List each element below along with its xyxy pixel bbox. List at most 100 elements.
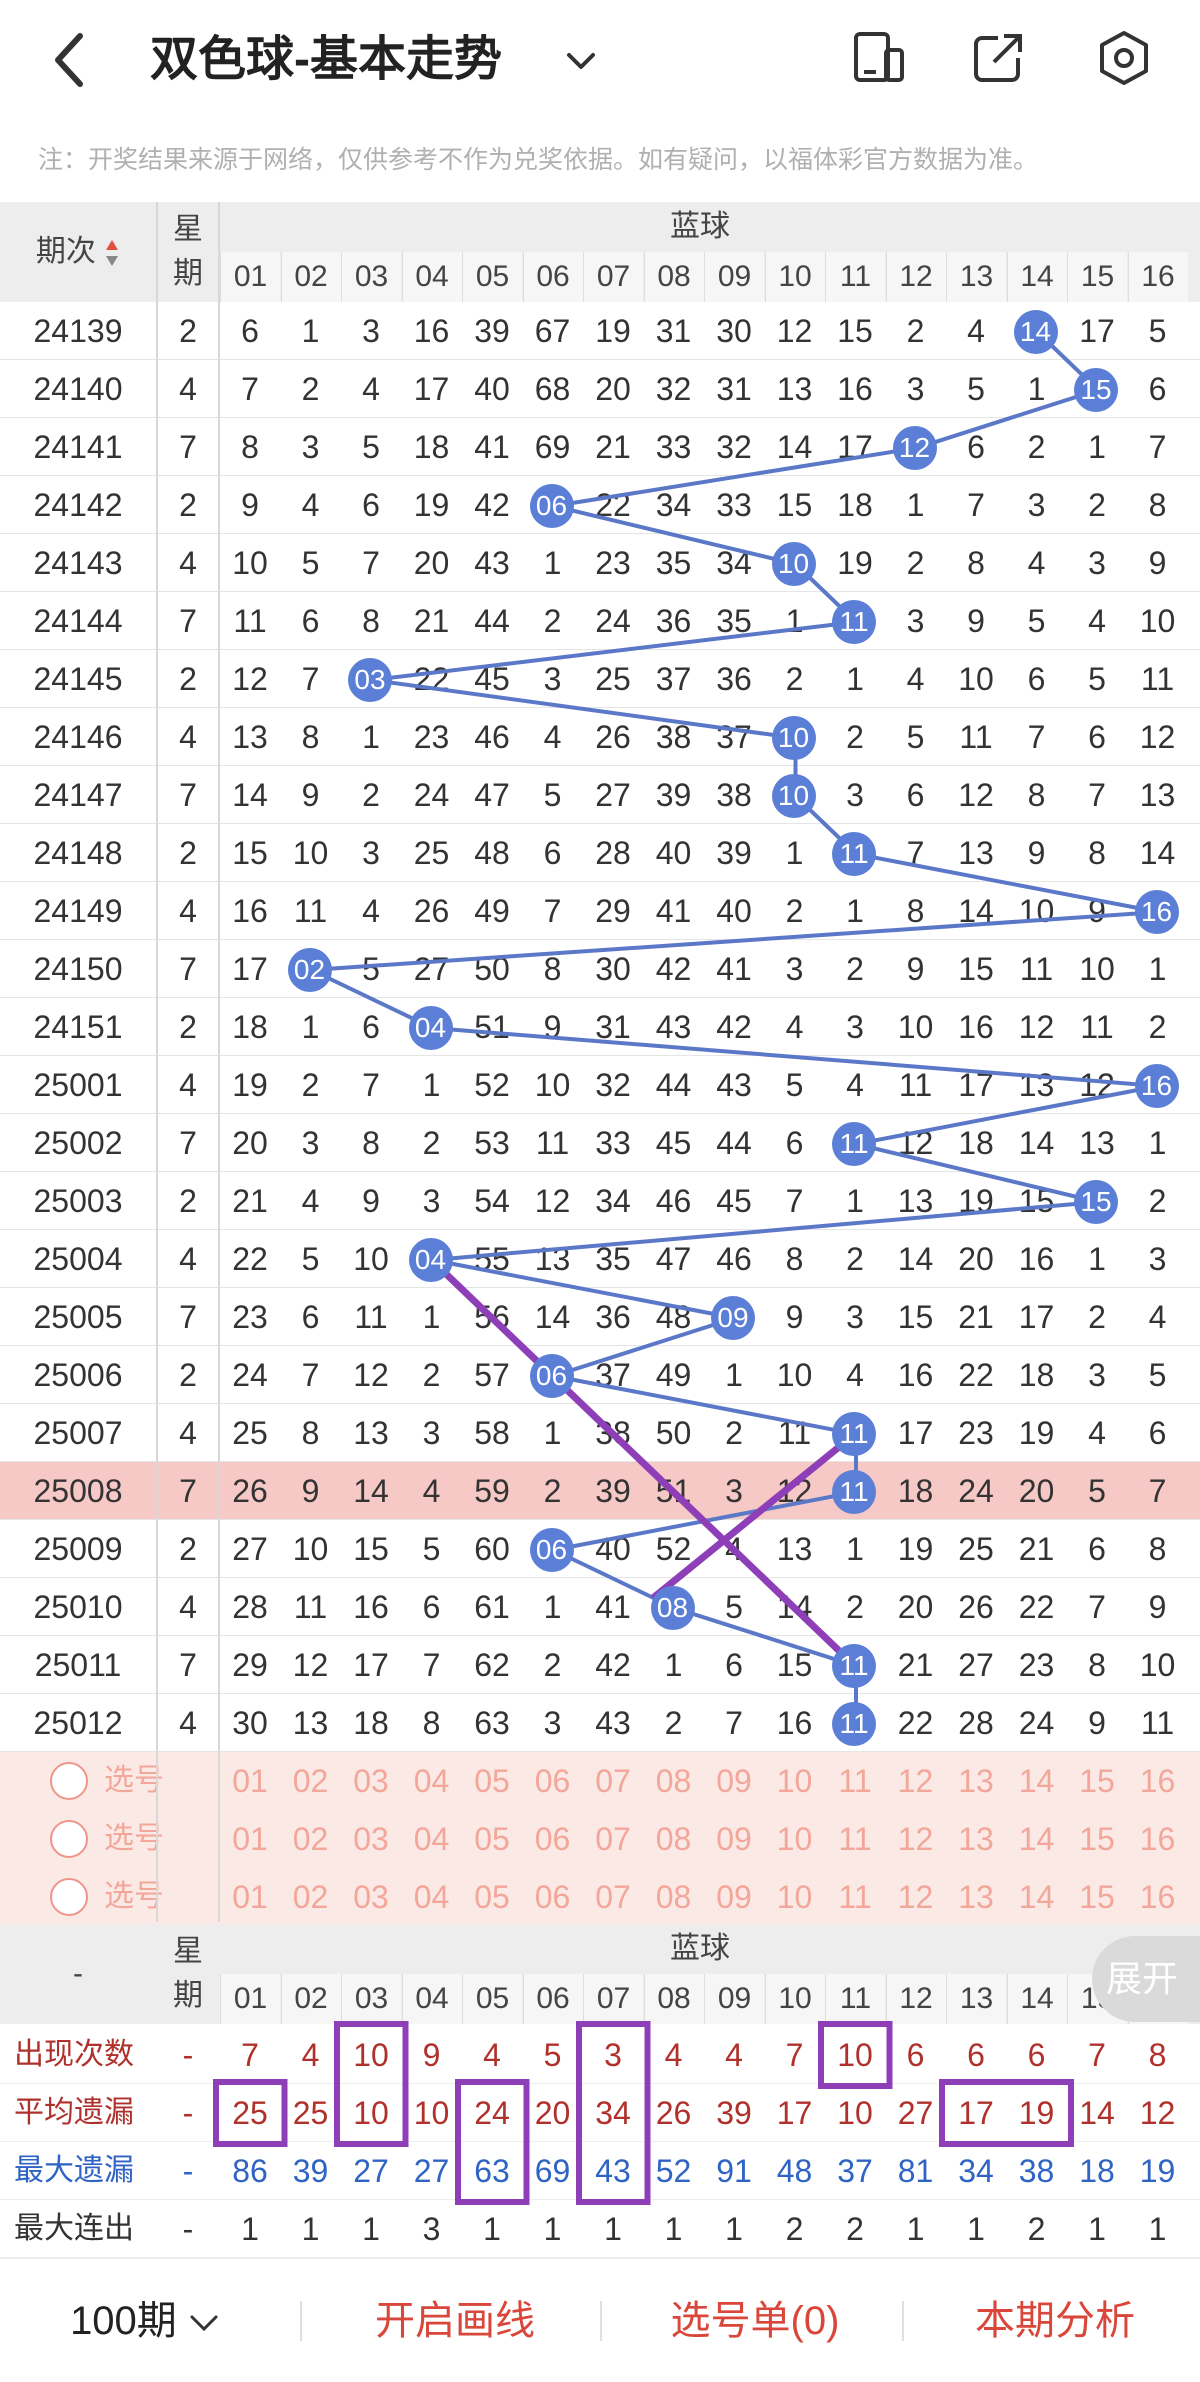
stats-dash: - [182,2153,194,2189]
stats-dash: - [182,2095,194,2131]
blue-ball: 15 [1074,1180,1118,1224]
select-number[interactable]: 09 [704,1810,764,1868]
select-number[interactable]: 02 [281,1752,341,1810]
blue-ball: 11 [832,832,876,876]
select-number[interactable]: 13 [946,1752,1006,1810]
select-number[interactable]: 13 [946,1810,1006,1868]
stats-value: 1 [604,2211,622,2247]
select-number[interactable]: 11 [825,1752,885,1810]
select-number[interactable]: 14 [1007,1752,1067,1810]
select-number[interactable]: 12 [886,1810,946,1868]
hit-ball: 11 [825,1694,885,1752]
select-number[interactable]: 14 [1007,1868,1067,1926]
blue-ball: 11 [832,1470,876,1514]
select-number[interactable]: 06 [523,1810,583,1868]
select-number[interactable]: 06 [523,1868,583,1926]
stats-column-number-03: 03 [341,1974,401,2024]
select-number[interactable]: 01 [220,1752,280,1810]
select-number[interactable]: 16 [1128,1868,1188,1926]
select-number[interactable]: 13 [946,1868,1006,1926]
select-number[interactable]: 14 [1007,1810,1067,1868]
select-number[interactable]: 10 [765,1868,825,1926]
select-number[interactable]: 12 [886,1868,946,1926]
stats-value: 10 [353,2037,389,2073]
stats-label: 最大遗漏 [14,2154,134,2187]
select-number[interactable]: 01 [220,1810,280,1868]
expand-button[interactable]: 展开 [1092,1936,1200,2022]
select-number[interactable]: 15 [1067,1868,1127,1926]
stats-column-number-08: 08 [643,1974,704,2024]
select-number[interactable]: 09 [704,1752,764,1810]
stats-value: 3 [422,2211,441,2247]
select-number[interactable]: 03 [341,1752,401,1810]
select-number[interactable]: 08 [644,1810,704,1868]
column-divider [156,202,158,1922]
stats-column-number-10: 10 [764,1974,825,2024]
trend-lines [303,330,1159,1724]
stats-value: 17 [958,2095,994,2131]
select-number[interactable]: 03 [341,1868,401,1926]
stats-value: 39 [716,2095,752,2131]
selection-radio[interactable] [50,1820,88,1858]
blue-ball: 04 [408,1006,453,1050]
stats-value: 1 [241,2211,259,2247]
select-number[interactable]: 05 [462,1752,522,1810]
select-number[interactable]: 15 [1067,1752,1127,1810]
hit-ball: 12 [886,418,946,476]
blue-ball: 08 [650,1586,695,1630]
stats-value: 4 [301,2037,320,2073]
select-number[interactable]: 12 [886,1752,946,1810]
blue-ball: 06 [529,1528,574,1572]
select-number[interactable]: 03 [341,1810,401,1868]
periods-selector[interactable]: 100期 [30,2259,260,2382]
stats-value: 6 [967,2037,985,2073]
select-number[interactable]: 05 [462,1810,522,1868]
stats-value: 5 [543,2037,562,2073]
select-number[interactable]: 08 [644,1868,704,1926]
selection-list-button[interactable]: 选号单(0) [610,2259,900,2382]
stats-value: 86 [232,2153,268,2189]
stats-column-number-05: 05 [462,1974,522,2024]
select-number[interactable]: 04 [402,1810,462,1868]
stats-column-number-01: 01 [220,1974,280,2024]
draw-line-button[interactable]: 开启画线 [310,2259,600,2382]
select-number[interactable]: 11 [825,1810,885,1868]
blue-ball: 11 [832,1702,876,1746]
select-number[interactable]: 04 [402,1868,462,1926]
select-number[interactable]: 16 [1128,1810,1188,1868]
stats-column-number-04: 04 [401,1974,462,2024]
select-number[interactable]: 04 [402,1752,462,1810]
select-number[interactable]: 05 [462,1868,522,1926]
chevron-down-icon [190,2315,218,2332]
hit-ball: 04 [402,998,462,1056]
stats-value: 7 [785,2037,804,2073]
select-number[interactable]: 08 [644,1752,704,1810]
select-number[interactable]: 02 [281,1810,341,1868]
stats-value: 4 [725,2037,743,2073]
select-number[interactable]: 07 [583,1752,643,1810]
select-number[interactable]: 11 [825,1868,885,1926]
select-number[interactable]: 01 [220,1868,280,1926]
selection-radio[interactable] [50,1762,88,1800]
hit-ball: 11 [825,1636,885,1694]
blue-ball: 11 [832,600,876,644]
stats-value: 10 [837,2037,873,2073]
blue-ball: 16 [1134,890,1179,934]
select-number[interactable]: 06 [523,1752,583,1810]
select-number[interactable]: 09 [704,1868,764,1926]
blue-ball: 11 [832,1122,876,1166]
select-number[interactable]: 07 [583,1868,643,1926]
selection-label: 选号 [104,1822,164,1855]
select-number[interactable]: 10 [765,1752,825,1810]
stats-value: 25 [232,2095,268,2131]
selection-radio[interactable] [50,1878,88,1916]
select-number[interactable]: 16 [1128,1752,1188,1810]
hit-ball: 14 [1007,302,1067,360]
stats-row: 平均遗漏 - 25 25 10 10 24 20 34 26 39 17 10 27 17 19 14 12 [0,2084,1200,2142]
stats-value: 17 [776,2095,813,2131]
select-number[interactable]: 07 [583,1810,643,1868]
select-number[interactable]: 02 [281,1868,341,1926]
select-number[interactable]: 10 [765,1810,825,1868]
select-number[interactable]: 15 [1067,1810,1127,1868]
analysis-button[interactable]: 本期分析 [910,2259,1200,2382]
